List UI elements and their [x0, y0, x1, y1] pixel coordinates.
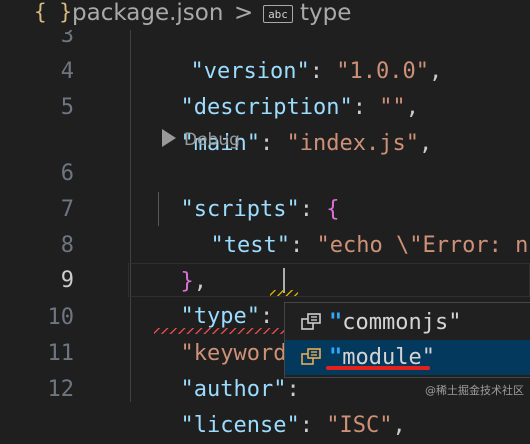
json-file-icon: { }	[34, 0, 72, 24]
breadcrumb: { } package.json > abc type	[0, 0, 530, 30]
line-number: 4	[60, 59, 74, 84]
codelens-label: Debug	[184, 130, 240, 150]
indent-guide	[130, 30, 131, 402]
line-number: 5	[60, 95, 74, 120]
line-number: 11	[47, 341, 75, 366]
breadcrumb-file[interactable]: package.json	[72, 0, 223, 26]
code-line[interactable]: "description": "",	[154, 54, 419, 120]
annotation-underline	[326, 366, 430, 370]
code-line[interactable]: "test": "echo \"Error: n	[184, 192, 529, 258]
suggest-label: "commonjs"	[329, 310, 462, 335]
line-number: 8	[60, 233, 74, 258]
chevron-right-icon: >	[234, 0, 254, 26]
suggest-item-commonjs[interactable]: "commonjs"	[285, 305, 530, 340]
warning-squiggle	[270, 290, 298, 296]
code-line[interactable]: "scripts": {	[154, 156, 340, 222]
code-line[interactable]: "author":	[154, 336, 300, 402]
line-number-active: 9	[60, 268, 74, 293]
line-number: 12	[47, 377, 75, 402]
code-line[interactable]: "main": "index.js",	[154, 90, 433, 156]
watermark: @稀土掘金技术社区	[425, 384, 524, 397]
error-squiggle	[154, 328, 286, 334]
breadcrumb-symbol[interactable]: type	[300, 0, 351, 26]
debug-codelens[interactable]: Debug	[162, 126, 240, 154]
string-symbol-icon: abc	[263, 5, 293, 23]
enum-member-icon	[301, 348, 321, 365]
line-number: 10	[47, 305, 75, 330]
enum-member-icon	[301, 313, 321, 330]
line-number: 6	[60, 161, 74, 186]
code-line[interactable]: },	[154, 228, 208, 294]
line-number: 7	[60, 197, 74, 222]
play-icon	[162, 129, 176, 147]
